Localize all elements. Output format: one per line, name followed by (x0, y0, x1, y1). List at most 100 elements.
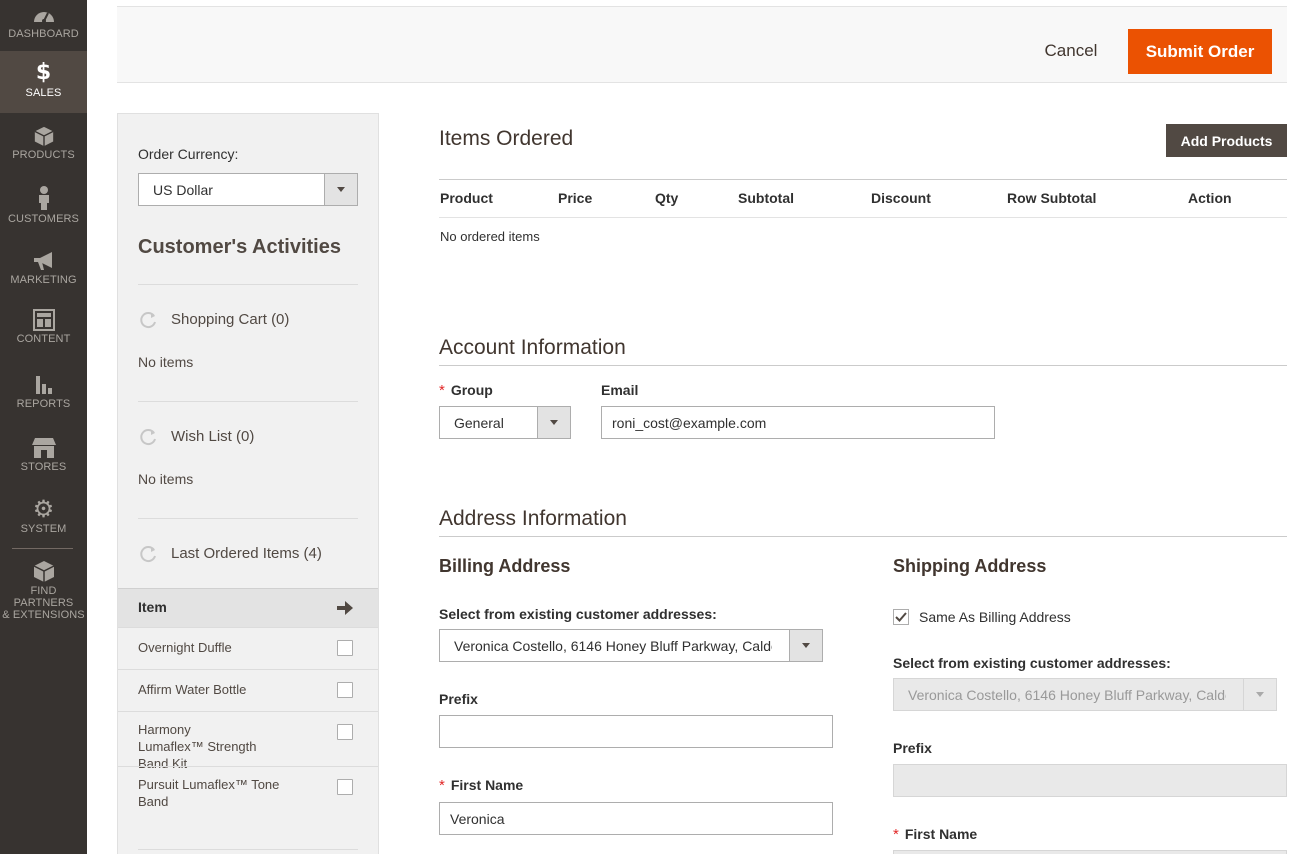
gear-icon: ⚙ (32, 495, 55, 523)
nav-reports[interactable]: REPORTS (0, 361, 87, 423)
item-checkbox[interactable] (337, 640, 353, 656)
same-as-billing-label[interactable]: Same As Billing Address (919, 609, 1071, 625)
email-label: Email (601, 382, 639, 398)
item-checkbox[interactable] (337, 682, 353, 698)
order-currency-label: Order Currency: (138, 146, 239, 162)
add-products-button[interactable]: Add Products (1166, 124, 1287, 157)
shopping-cart-heading: Shopping Cart (0) (171, 311, 290, 328)
shopping-cart-empty: No items (138, 354, 194, 370)
shipping-address-select[interactable]: Veronica Costello, 6146 Honey Bluff Park… (893, 678, 1277, 711)
dollar-icon: $ (35, 60, 52, 85)
nav-label: STORES (20, 461, 67, 473)
table-row: Overnight Duffle (118, 627, 378, 669)
column-product: Product (440, 190, 493, 206)
divider (138, 284, 358, 285)
nav-sales[interactable]: $ SALES (0, 51, 87, 113)
same-as-billing-checkbox[interactable] (893, 609, 909, 625)
column-qty: Qty (655, 190, 679, 206)
column-subtotal: Subtotal (738, 190, 794, 206)
nav-system[interactable]: ⚙ SYSTEM (0, 485, 87, 547)
group-value: General (454, 415, 504, 431)
nav-divider (12, 548, 73, 549)
group-select[interactable]: General (439, 406, 571, 439)
billing-address-title: Billing Address (439, 556, 571, 576)
nav-customers[interactable]: CUSTOMERS (0, 175, 87, 237)
cube-icon (33, 561, 54, 582)
chevron-down-icon (789, 630, 822, 661)
admin-sidebar: DASHBOARD $ SALES PRODUCTS CUSTOMERS MAR… (0, 0, 87, 854)
item-checkbox[interactable] (337, 779, 353, 795)
billing-first-name-field[interactable]: Veronica (439, 802, 833, 835)
item-checkbox[interactable] (337, 724, 353, 740)
table-row: Pursuit Lumaflex™ Tone Band (118, 766, 378, 826)
nav-marketing[interactable]: MARKETING (0, 237, 87, 299)
email-field[interactable]: roni_cost@example.com (601, 406, 995, 439)
divider (138, 849, 358, 850)
activities-title: Customer's Activities (138, 236, 341, 258)
nav-content[interactable]: CONTENT (0, 299, 87, 361)
wish-list-empty: No items (138, 471, 194, 487)
nav-find-partners[interactable]: FIND PARTNERS & EXTENSIONS (0, 556, 87, 621)
table-row: Affirm Water Bottle (118, 669, 378, 711)
nav-label: PRODUCTS (12, 149, 75, 161)
shipping-select-label: Select from existing customer addresses: (893, 655, 1171, 671)
refresh-icon[interactable] (138, 544, 158, 564)
shipping-first-name-label: * First Name (893, 826, 977, 843)
column-row-subtotal: Row Subtotal (1007, 190, 1097, 206)
nav-label: DASHBOARD (8, 28, 79, 40)
required-marker: * (893, 826, 899, 843)
billing-first-name-label: * First Name (439, 777, 523, 794)
divider (138, 518, 358, 519)
nav-label: SALES (25, 87, 62, 99)
refresh-icon[interactable] (138, 310, 158, 330)
chevron-down-icon (1243, 679, 1276, 710)
group-label-text: Group (450, 382, 493, 398)
nav-label: FIND PARTNERS (13, 585, 74, 609)
nav-label: CUSTOMERS (8, 213, 79, 225)
item-name: Overnight Duffle (138, 640, 232, 655)
column-discount: Discount (871, 190, 931, 206)
chevron-down-icon (537, 407, 570, 438)
billing-prefix-label: Prefix (439, 691, 478, 707)
cancel-button[interactable]: Cancel (1030, 29, 1112, 73)
item-name: Pursuit Lumaflex™ Tone Band (138, 777, 280, 809)
person-icon (38, 186, 49, 210)
layout-icon (32, 309, 55, 331)
dashboard-icon (33, 12, 54, 23)
item-name: Harmony Lumaflex™ Strength Band Kit (138, 722, 257, 771)
billing-prefix-field[interactable] (439, 715, 833, 748)
submit-order-button[interactable]: Submit Order (1128, 29, 1272, 74)
divider (439, 217, 1287, 218)
last-ordered-table-header: Item (118, 588, 378, 627)
billing-first-name-value: Veronica (450, 811, 505, 827)
billing-first-name-label-text: First Name (450, 777, 524, 793)
no-ordered-items: No ordered items (440, 229, 540, 244)
refresh-icon[interactable] (138, 427, 158, 447)
table-row: Harmony Lumaflex™ Strength Band Kit (118, 711, 378, 771)
divider (439, 179, 1287, 180)
order-currency-value: US Dollar (153, 182, 213, 198)
nav-products[interactable]: PRODUCTS (0, 113, 87, 175)
checkmark-icon (895, 612, 907, 622)
nav-label: REPORTS (16, 398, 71, 410)
page-actions-bar: Cancel Submit Order (117, 6, 1287, 83)
address-information-title: Address Information (439, 507, 627, 530)
nav-label: SYSTEM (20, 523, 67, 535)
shipping-prefix-field[interactable] (893, 764, 1287, 797)
billing-address-select[interactable]: Veronica Costello, 6146 Honey Bluff Park… (439, 629, 823, 662)
store-icon (31, 438, 56, 458)
required-marker: * (439, 777, 445, 794)
shipping-prefix-label: Prefix (893, 740, 932, 756)
box-icon (34, 126, 53, 147)
order-currency-select[interactable]: US Dollar (138, 173, 358, 206)
shipping-address-title: Shipping Address (893, 556, 1047, 576)
items-ordered-title: Items Ordered (439, 127, 574, 150)
nav-stores[interactable]: STORES (0, 423, 87, 485)
arrow-right-icon[interactable] (336, 600, 354, 616)
nav-label: & EXTENSIONS (2, 609, 85, 621)
column-item: Item (138, 599, 167, 615)
divider (138, 401, 358, 402)
shipping-first-name-field[interactable] (893, 850, 1287, 854)
shipping-first-name-label-text: First Name (904, 826, 978, 842)
nav-dashboard[interactable]: DASHBOARD (0, 0, 87, 50)
